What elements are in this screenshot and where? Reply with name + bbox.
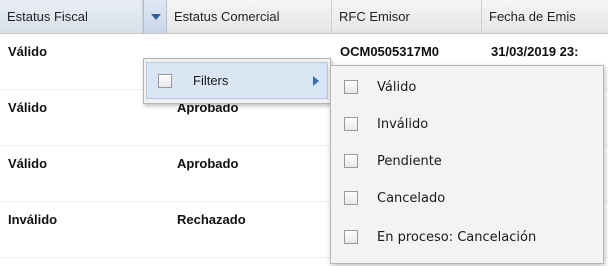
cell-estatus-fiscal: Válido: [8, 156, 48, 171]
filter-option-label: Pendiente: [377, 154, 442, 169]
grid-header: Estatus Fiscal Estatus Comercial RFC Emi…: [0, 0, 608, 34]
cell-rfc-emisor: OCM0505317M0: [340, 44, 439, 59]
filter-checkbox[interactable]: [344, 80, 358, 94]
column-menu: Filters: [143, 58, 331, 104]
filter-checkbox[interactable]: [344, 191, 358, 205]
menu-item-label: Filters: [193, 73, 229, 88]
filter-option-en-proceso-cancelacion[interactable]: En proceso: Cancelación: [331, 221, 603, 257]
filter-option-valido[interactable]: Válido: [331, 71, 603, 107]
filter-option-invalido[interactable]: Inválido: [331, 108, 603, 144]
filter-option-cancelado[interactable]: Cancelado: [331, 182, 603, 218]
column-header-label: Fecha de Emis: [489, 9, 576, 24]
column-header-label: Estatus Fiscal: [7, 9, 88, 24]
filters-submenu: Válido Inválido Pendiente Cancelado En p…: [330, 65, 604, 264]
cell-estatus-comercial: Rechazado: [177, 212, 246, 227]
filter-option-pendiente[interactable]: Pendiente: [331, 145, 603, 181]
filter-option-label: Cancelado: [377, 191, 446, 206]
chevron-down-icon: [151, 14, 161, 20]
column-menu-trigger[interactable]: [143, 0, 167, 33]
cell-estatus-comercial: Aprobado: [177, 156, 239, 171]
column-header-estatus-fiscal[interactable]: Estatus Fiscal: [0, 0, 143, 33]
column-header-label: RFC Emisor: [339, 9, 410, 24]
column-header-estatus-comercial[interactable]: Estatus Comercial: [167, 0, 332, 33]
cell-estatus-fiscal: Válido: [8, 100, 48, 115]
filter-option-label: Inválido: [377, 117, 429, 132]
column-header-label: Estatus Comercial: [174, 9, 280, 24]
chevron-right-icon: [313, 76, 319, 86]
cell-estatus-fiscal: Válido: [8, 44, 48, 59]
column-header-fecha-emision[interactable]: Fecha de Emis: [482, 0, 608, 33]
menu-item-filters[interactable]: Filters: [146, 62, 328, 99]
filter-checkbox[interactable]: [344, 230, 358, 244]
column-header-rfc-emisor[interactable]: RFC Emisor: [332, 0, 482, 33]
filter-option-label: Válido: [377, 80, 417, 95]
filter-checkbox[interactable]: [344, 154, 358, 168]
cell-fecha-emision: 31/03/2019 23:: [491, 44, 579, 59]
filter-checkbox[interactable]: [344, 117, 358, 131]
filters-checkbox[interactable]: [158, 74, 172, 88]
cell-estatus-fiscal: Inválido: [8, 212, 58, 227]
filter-option-label: En proceso: Cancelación: [377, 230, 537, 245]
